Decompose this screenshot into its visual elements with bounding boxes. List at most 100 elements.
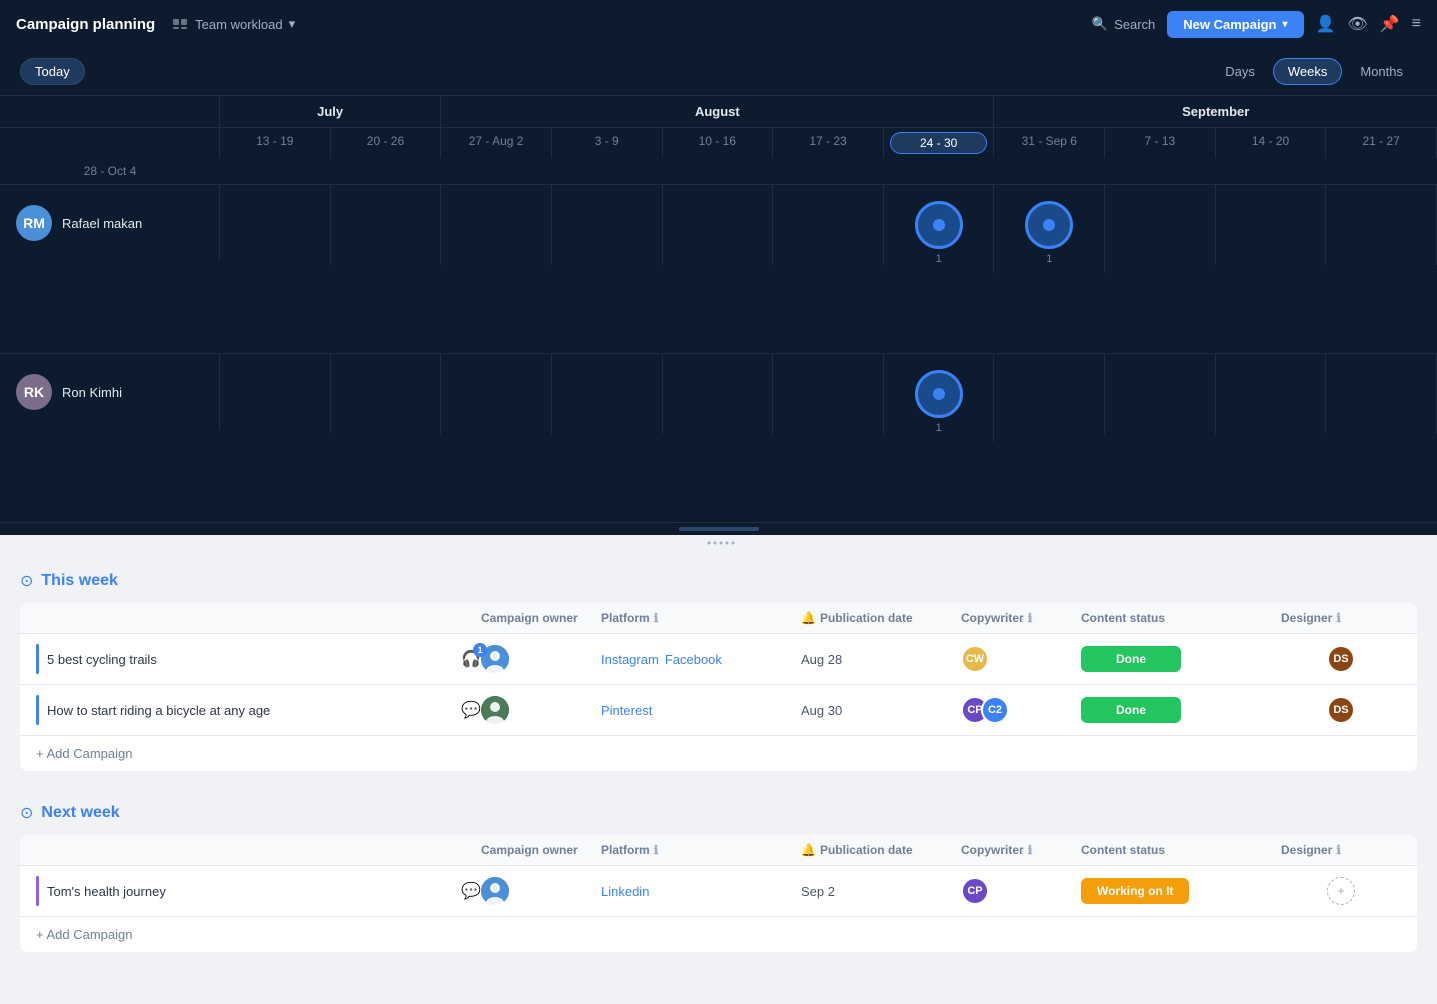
campaign-name-cycling[interactable]: 5 best cycling trails (47, 652, 157, 667)
comment-icon-tom[interactable]: 💬 (461, 881, 481, 901)
copywriter-cell-cycling: CW (961, 645, 1081, 673)
pubdate-cycling: Aug 28 (801, 652, 961, 667)
copywriter-group-riding: CP C2 (961, 696, 1009, 724)
platform-cell-riding: Pinterest (601, 703, 801, 718)
table-row: 5 best cycling trails 🎧 1 (20, 634, 1417, 685)
eye-icon[interactable]: 👁 (1347, 14, 1367, 34)
th2-content-status: Content status (1081, 843, 1281, 857)
month-september: September (994, 96, 1437, 127)
rafael-w2 (441, 185, 552, 265)
platform-linkedin[interactable]: Linkedin (601, 884, 649, 899)
ron-w6-dot-container: 1 (888, 362, 990, 434)
notification-container: 🎧 1 (461, 649, 481, 669)
ron-w6-count: 1 (936, 422, 942, 434)
this-week-table: Campaign owner Platform ℹ 🔔 Publication … (20, 603, 1417, 771)
platform-cell-tom: Linkedin (601, 884, 801, 899)
search-icon: 🔍 (1092, 16, 1108, 32)
th2-pubdate: 🔔 Publication date (801, 843, 961, 857)
drag-handle[interactable] (0, 535, 1437, 551)
ron-w6-dot[interactable] (915, 370, 963, 418)
next-week-table: Campaign owner Platform ℹ 🔔 Publication … (20, 835, 1417, 952)
notification-badge: 1 (473, 643, 487, 657)
tab-weeks[interactable]: Weeks (1273, 58, 1343, 85)
status-badge-riding[interactable]: Done (1081, 697, 1181, 723)
ron-w4 (663, 354, 774, 434)
comment-icon-riding[interactable]: 💬 (461, 700, 481, 720)
user-icon[interactable]: 👤 (1316, 14, 1336, 34)
week-27-aug2: 27 - Aug 2 (441, 128, 552, 158)
new-campaign-button[interactable]: New Campaign ▾ (1167, 11, 1303, 38)
tab-days[interactable]: Days (1211, 59, 1269, 84)
campaign-name-tom[interactable]: Tom's health journey (47, 884, 166, 899)
week-14-20: 14 - 20 (1216, 128, 1327, 158)
rafael-w10 (1326, 185, 1437, 265)
campaign-name-riding[interactable]: How to start riding a bicycle at any age (47, 703, 270, 718)
avatar-ron: RK (16, 374, 52, 410)
rafael-w5 (773, 185, 884, 265)
week-24-30: 24 - 30 (890, 132, 988, 154)
status-badge-tom[interactable]: Working on It (1081, 878, 1189, 904)
add-campaign-next-week[interactable]: + Add Campaign (20, 917, 1417, 952)
today-button[interactable]: Today (20, 58, 85, 85)
week-24-30-cell: 24 - 30 (884, 128, 995, 158)
this-week-toggle[interactable]: ⊙ (20, 571, 33, 591)
copywriter2-info-icon: ℹ (1028, 843, 1033, 857)
ron-w3 (552, 354, 663, 434)
status-badge-cycling[interactable]: Done (1081, 646, 1181, 672)
view-tabs: Days Weeks Months (1211, 58, 1417, 85)
team-workload-btn[interactable]: Team workload ▾ (171, 15, 295, 33)
workload-icon (171, 15, 189, 33)
pin-icon[interactable]: 📌 (1380, 14, 1400, 34)
app-title: Campaign planning (16, 16, 155, 33)
platform-facebook[interactable]: Facebook (665, 652, 722, 667)
week-10-16: 10 - 16 (663, 128, 774, 158)
ron-w9 (1216, 354, 1327, 434)
weeks-header: 13 - 19 20 - 26 27 - Aug 2 3 - 9 10 - 16… (0, 128, 1437, 185)
scroll-bar[interactable] (679, 527, 759, 531)
week-28-oct4: 28 - Oct 4 (0, 158, 220, 184)
status-cell-cycling: Done (1081, 646, 1281, 672)
rafael-w1 (331, 185, 442, 265)
rafael-w4 (663, 185, 774, 265)
next-week-section: ⊙ Next week Campaign owner Platform ℹ 🔔 … (20, 803, 1417, 952)
campaign-name-cell-cycling: 5 best cycling trails 🎧 1 (36, 644, 481, 674)
blue-bar-riding (36, 695, 39, 725)
campaign-name-cell-tom: Tom's health journey 💬 (36, 876, 481, 906)
owner-cell-tom (481, 877, 601, 905)
owner-cell-cycling (481, 645, 601, 673)
rafael-w7-dot[interactable] (1025, 201, 1073, 249)
rafael-w8 (1105, 185, 1216, 265)
add-campaign-label: + Add Campaign (36, 746, 132, 761)
bell2-icon: 🔔 (801, 843, 816, 857)
platform-instagram[interactable]: Instagram (601, 652, 659, 667)
next-week-toggle[interactable]: ⊙ (20, 803, 33, 823)
ron-w1 (331, 354, 442, 434)
th2-copywriter: Copywriter ℹ (961, 843, 1081, 857)
rafael-w6: 1 (884, 185, 995, 273)
rafael-w6-dot-container: 1 (888, 193, 990, 265)
week-17-23: 17 - 23 (773, 128, 884, 158)
designer-empty-tom[interactable]: + (1327, 877, 1355, 905)
search-button[interactable]: 🔍 Search (1092, 16, 1155, 32)
this-week-section: ⊙ This week Campaign owner Platform ℹ 🔔 … (20, 571, 1417, 771)
ron-w6: 1 (884, 354, 995, 442)
platform-pinterest[interactable]: Pinterest (601, 703, 652, 718)
person-name-rafael: Rafael makan (62, 216, 142, 231)
status-cell-riding: Done (1081, 697, 1281, 723)
th2-designer: Designer ℹ (1281, 843, 1401, 857)
tab-months[interactable]: Months (1346, 59, 1417, 84)
ron-w7 (994, 354, 1105, 434)
rafael-w7-dot-container: 1 (998, 193, 1100, 265)
bell-icon: 🔔 (801, 611, 816, 625)
calendar-section: Today Days Weeks Months July August Sept… (0, 48, 1437, 535)
owner-avatar-tom (481, 877, 509, 905)
rafael-w6-count: 1 (936, 253, 942, 265)
ron-w5 (773, 354, 884, 434)
rafael-w6-dot[interactable] (915, 201, 963, 249)
person-row-ron: RK Ron Kimhi 1 (0, 354, 1437, 523)
menu-icon[interactable]: ≡ (1412, 15, 1421, 33)
main-content: ⊙ This week Campaign owner Platform ℹ 🔔 … (0, 551, 1437, 1004)
rafael-w7-count: 1 (1046, 253, 1052, 265)
person-cell-ron: RK Ron Kimhi (0, 354, 220, 430)
next-week-title: Next week (41, 804, 119, 822)
